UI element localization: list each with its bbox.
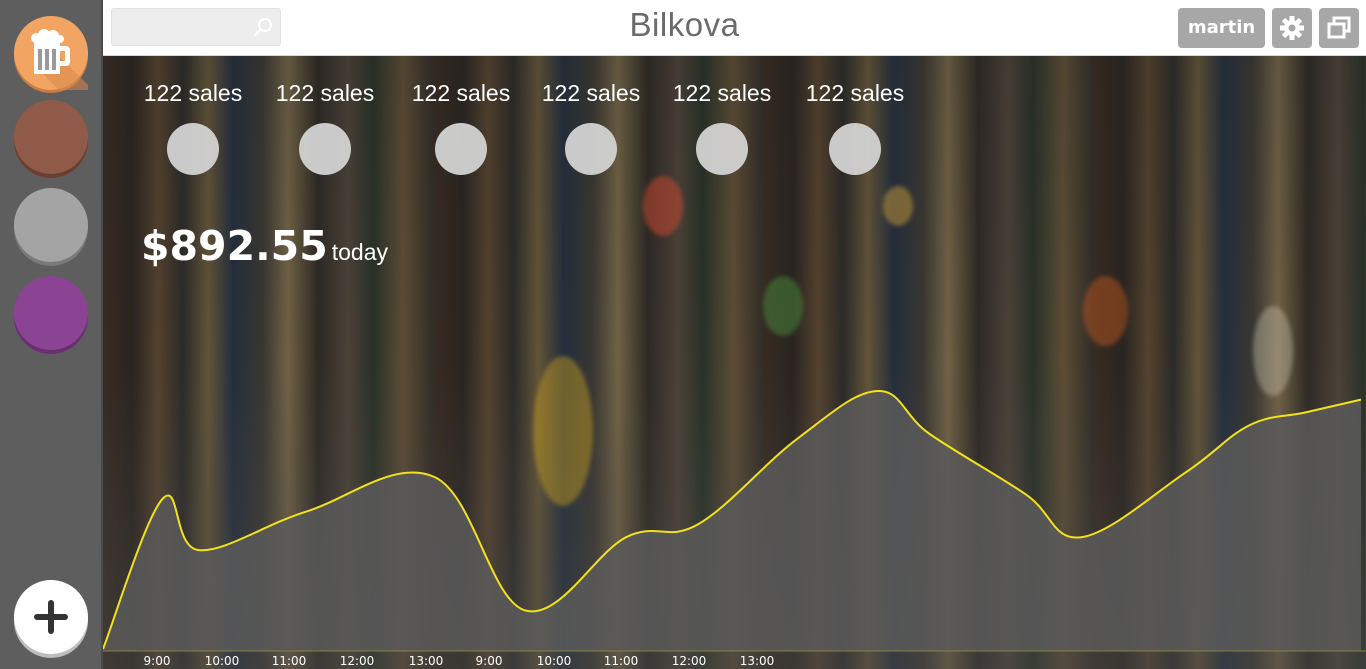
beer-mug-icon (31, 29, 88, 90)
chart-area (103, 390, 1361, 651)
total-period: today (331, 239, 389, 265)
daily-total: $892.55 today (141, 222, 388, 270)
sales-count-label: 122 sales (275, 80, 375, 106)
stat-item: 122 sales (128, 80, 258, 175)
sidebar-item-gray[interactable] (14, 188, 88, 262)
restore-window-icon (1327, 16, 1351, 39)
sidebar-item-beer[interactable] (14, 16, 88, 90)
stat-item: 122 sales (526, 80, 656, 175)
stat-dot[interactable] (565, 123, 617, 175)
sales-count-label: 122 sales (805, 80, 905, 106)
plus-icon (34, 600, 68, 634)
x-tick-label: 11:00 (272, 654, 307, 668)
x-tick-label: 11:00 (604, 654, 639, 668)
total-amount: $892.55 (141, 222, 328, 270)
stat-dot[interactable] (696, 123, 748, 175)
sales-count-label: 122 sales (411, 80, 511, 106)
stat-dot[interactable] (435, 123, 487, 175)
stat-item: 122 sales (396, 80, 526, 175)
window-button[interactable] (1319, 8, 1359, 48)
stat-dot[interactable] (167, 123, 219, 175)
app-window: Bilkova martin 9:00 10:00 11:00 12:00 13… (0, 0, 1366, 669)
sales-count-label: 122 sales (672, 80, 772, 106)
gear-icon (1280, 16, 1304, 40)
sales-count-label: 122 sales (143, 80, 243, 106)
x-tick-label: 9:00 (476, 654, 503, 668)
stat-dot[interactable] (829, 123, 881, 175)
stat-item: 122 sales (260, 80, 390, 175)
dashboard-panel: 9:00 10:00 11:00 12:00 13:00 9:00 10:00 11:00 12… (103, 56, 1366, 669)
x-tick-label: 13:00 (409, 654, 444, 668)
user-button[interactable]: martin (1178, 8, 1265, 48)
sidebar-item-brown[interactable] (14, 100, 88, 174)
header-bar: Bilkova martin (103, 0, 1366, 56)
sales-count-label: 122 sales (541, 80, 641, 106)
stat-item: 122 sales (790, 80, 920, 175)
settings-button[interactable] (1272, 8, 1312, 48)
sidebar (0, 0, 103, 669)
x-tick-label: 9:00 (144, 654, 171, 668)
add-button[interactable] (14, 580, 88, 654)
page-title: Bilkova (629, 6, 740, 43)
x-tick-label: 12:00 (672, 654, 707, 668)
x-tick-label: 12:00 (340, 654, 375, 668)
x-tick-label: 10:00 (205, 654, 240, 668)
stat-dot[interactable] (299, 123, 351, 175)
x-tick-label: 13:00 (740, 654, 775, 668)
x-tick-label: 10:00 (537, 654, 572, 668)
sidebar-item-purple[interactable] (14, 276, 88, 350)
stat-item: 122 sales (657, 80, 787, 175)
sales-stats: 122 sales 122 sales 122 sales 122 sales … (103, 56, 1003, 186)
